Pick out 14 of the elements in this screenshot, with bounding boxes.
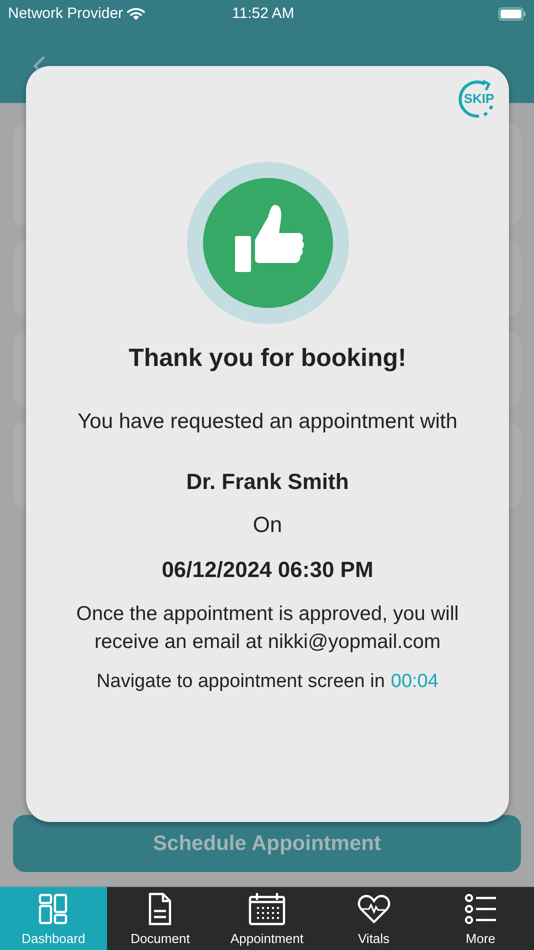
email-note: Once the appointment is approved, you will receive an email at nikki@yopmail.com: [75, 602, 460, 655]
wifi-icon: [127, 7, 146, 21]
list-icon: [464, 892, 498, 926]
request-message: You have requested an appointment with: [78, 408, 458, 434]
carrier-label: Network Provider: [8, 4, 124, 24]
battery-icon: [498, 7, 526, 21]
doctor-name: Dr. Frank Smith: [186, 468, 349, 496]
calendar-icon: [246, 892, 287, 926]
countdown-timer: 00:04: [390, 670, 438, 694]
navigate-text: Navigate to appointment screen in: [96, 670, 385, 694]
on-label: On: [252, 511, 282, 539]
appointment-datetime: 06/12/2024 06:30 PM: [162, 556, 374, 584]
dialog-title: Thank you for booking!: [128, 343, 406, 374]
status-time: 11:52 AM: [232, 4, 294, 24]
